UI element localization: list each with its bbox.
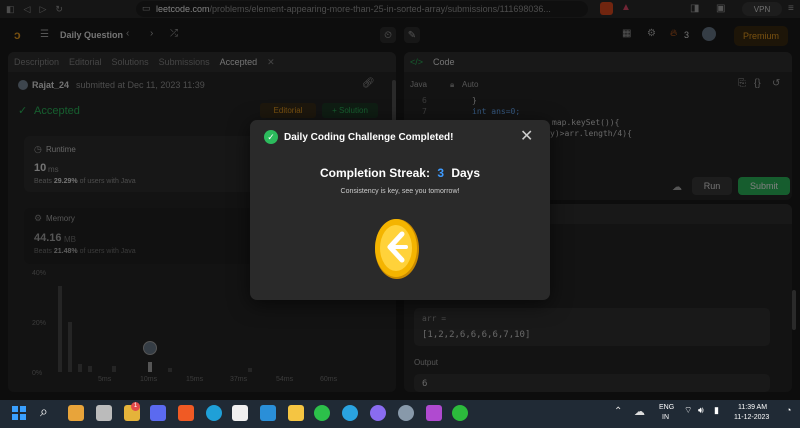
leetcode-coin-icon [375, 219, 419, 279]
file-manager-icon[interactable] [96, 405, 112, 421]
media-app-icon[interactable] [426, 405, 442, 421]
wifi-icon[interactable]: ⌔ [684, 405, 692, 416]
meet-icon[interactable] [150, 405, 166, 421]
notifications-icon[interactable]: ◔ [786, 405, 791, 415]
streak-value: 3 [437, 166, 444, 180]
notification-badge: 1 [131, 402, 140, 411]
onedrive-icon[interactable]: ☁ [634, 405, 645, 418]
edge-browser-icon[interactable] [206, 405, 222, 421]
brave-browser-icon[interactable] [178, 405, 194, 421]
search-icon[interactable]: ⌕ [40, 403, 48, 420]
vscode-icon[interactable] [260, 405, 276, 421]
lang-bottom[interactable]: IN [662, 414, 669, 421]
modal-message: Consistency is key, see you tomorrow! [340, 188, 460, 195]
streak-prefix: Completion Streak: [319, 166, 430, 180]
windows-start-icon[interactable] [12, 406, 26, 420]
microsoft-store-icon[interactable] [232, 405, 248, 421]
streak-line: Completion Streak: 3 Days [250, 166, 550, 180]
clock-date[interactable]: 11-12-2023 [734, 414, 769, 421]
success-check-icon: ✓ [264, 130, 278, 144]
file-explorer-icon[interactable] [288, 405, 304, 421]
clock-time[interactable]: 11:39 AM [738, 404, 767, 411]
modal-title: Daily Coding Challenge Completed! [284, 132, 454, 143]
settings-app-icon[interactable] [398, 405, 414, 421]
lang-top[interactable]: ENG [659, 404, 674, 411]
streak-suffix: Days [451, 166, 481, 180]
telegram-icon[interactable] [342, 405, 358, 421]
widgets-icon[interactable] [68, 405, 84, 421]
github-icon[interactable] [370, 405, 386, 421]
xbox-icon[interactable] [452, 405, 468, 421]
close-icon[interactable]: ✕ [520, 126, 533, 146]
battery-icon[interactable]: ▮ [714, 405, 719, 416]
whatsapp-icon[interactable] [314, 405, 330, 421]
tray-chevron-icon[interactable]: ⌃ [614, 406, 622, 417]
volume-icon[interactable]: 🔊︎ [698, 405, 704, 416]
challenge-modal: ✓ Daily Coding Challenge Completed! ✕ Co… [250, 120, 550, 300]
